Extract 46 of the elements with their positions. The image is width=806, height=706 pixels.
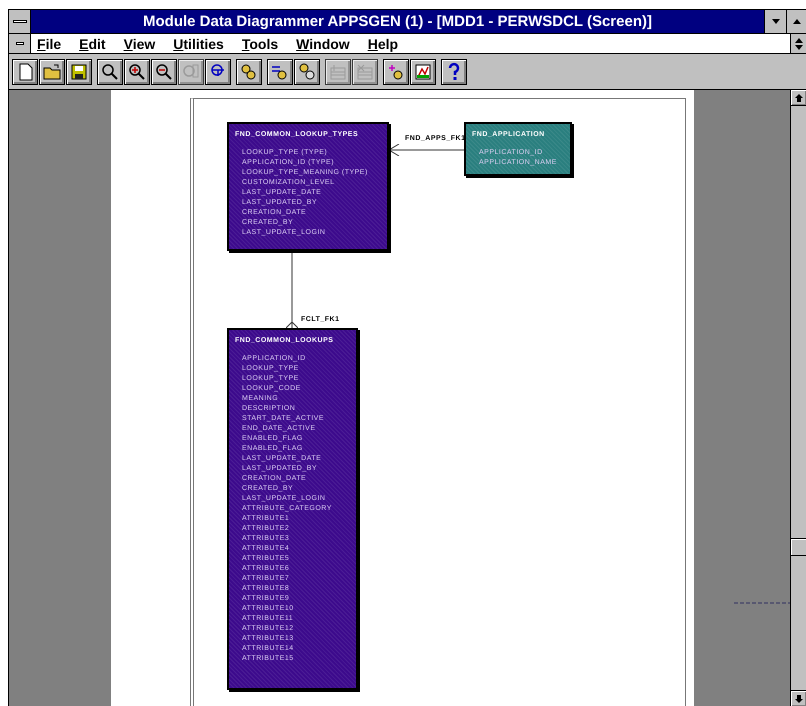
scroll-thumb[interactable]	[791, 538, 806, 556]
toolbar-button[interactable]	[124, 58, 150, 84]
toolbar-button[interactable]	[441, 58, 467, 84]
toolbar-button[interactable]	[236, 58, 262, 84]
vertical-scrollbar[interactable]	[790, 90, 806, 706]
menu-item[interactable]: Window	[296, 34, 350, 52]
menu-item[interactable]: Tools	[242, 34, 278, 52]
menu-item[interactable]: View	[124, 34, 156, 52]
down-arrow-icon	[794, 694, 802, 702]
toolbar-button[interactable]	[12, 58, 38, 84]
chart-icon	[413, 62, 433, 82]
minimize-button[interactable]	[764, 10, 786, 33]
up-triangle-icon	[792, 19, 800, 24]
toolbar-button[interactable]	[267, 58, 293, 84]
toolbar-button[interactable]	[410, 58, 436, 84]
document-menu-button[interactable]	[9, 34, 31, 53]
menu-item[interactable]: Edit	[79, 34, 106, 52]
toolbar-button[interactable]	[66, 58, 92, 84]
down-triangle-icon	[772, 19, 780, 24]
restore-button[interactable]	[790, 34, 806, 53]
menu-item[interactable]: Help	[368, 34, 398, 52]
toolbar-button[interactable]	[294, 58, 320, 84]
dashed-line	[734, 602, 790, 604]
menu-item[interactable]: File	[37, 34, 62, 52]
toolbar-button[interactable]	[383, 58, 409, 84]
menu-item[interactable]: Utilities	[173, 34, 224, 52]
remove-row-icon	[355, 62, 375, 82]
toolbar-button[interactable]	[151, 58, 177, 84]
toolbar-button[interactable]	[205, 58, 231, 84]
zoom-out-icon	[154, 62, 174, 82]
toolbar-button[interactable]	[97, 58, 123, 84]
folder-icon	[42, 62, 62, 82]
up-arrow-icon	[794, 94, 802, 102]
entity-table[interactable]	[227, 328, 358, 690]
minus-icon	[12, 20, 26, 23]
maximize-button[interactable]	[786, 10, 806, 33]
minus-icon	[16, 42, 24, 45]
toolbar-button[interactable]	[39, 58, 65, 84]
zoom-in-icon	[127, 62, 147, 82]
diagram-canvas[interactable]	[9, 90, 790, 706]
magnifier-icon	[100, 62, 120, 82]
window-title: Module Data Diagrammer APPSGEN (1) - [MDD1 - PERWSDCL (Screen)]	[142, 12, 653, 32]
system-menu-button[interactable]	[9, 10, 31, 33]
up-down-triangles-icon	[794, 38, 802, 50]
scroll-up-button[interactable]	[791, 90, 806, 106]
scroll-down-button[interactable]	[791, 690, 806, 706]
